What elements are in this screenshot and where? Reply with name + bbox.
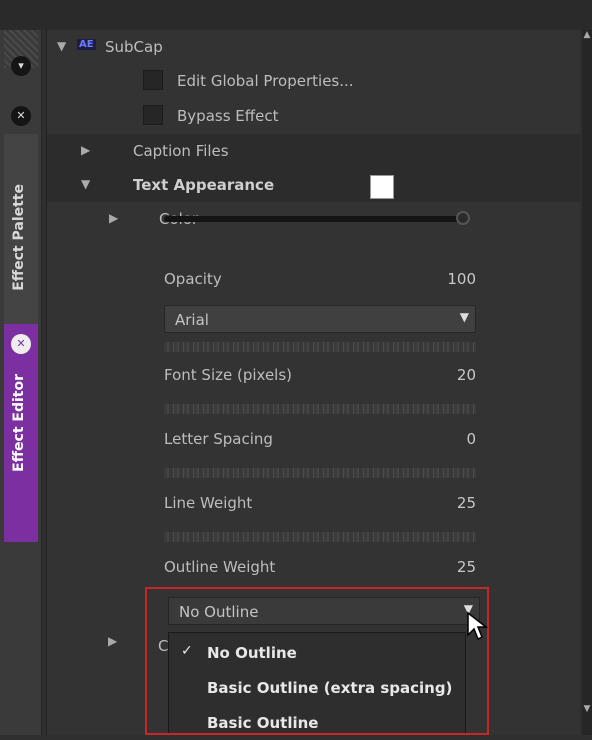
font-size-slider[interactable] — [164, 342, 476, 352]
close-icon[interactable]: ✕ — [11, 334, 31, 354]
highlight-box — [145, 587, 489, 735]
opacity-value[interactable]: 100 — [447, 270, 476, 288]
font-select-value: Arial — [175, 311, 209, 329]
line-weight-label: Line Weight — [164, 494, 253, 512]
outline-weight-value[interactable]: 25 — [457, 558, 476, 576]
line-weight-slider[interactable] — [164, 468, 476, 478]
letter-spacing-value[interactable]: 0 — [466, 430, 476, 448]
outline-weight-slider[interactable] — [164, 532, 476, 542]
scroll-up-icon[interactable]: ▲ — [582, 30, 592, 40]
mouse-cursor-icon — [467, 611, 488, 641]
opacity-slider-handle[interactable] — [456, 211, 470, 225]
scroll-down-icon[interactable]: ▼ — [582, 704, 592, 714]
panel-menu-icon[interactable]: ▾ — [11, 56, 31, 76]
opacity-slider-track[interactable] — [164, 216, 468, 222]
opacity-label: Opacity — [164, 270, 222, 288]
outline-weight-label: Outline Weight — [164, 558, 276, 576]
chevron-down-icon: ▼ — [459, 310, 469, 324]
font-size-value[interactable]: 20 — [457, 366, 476, 384]
vertical-scrollbar[interactable] — [582, 30, 592, 735]
expand-triangle-icon[interactable]: ▶ — [108, 634, 117, 648]
font-select[interactable]: Arial ▼ — [164, 305, 476, 333]
tab-effect-palette[interactable]: Effect Palette — [4, 134, 38, 324]
letter-spacing-label: Letter Spacing — [164, 430, 273, 448]
tab-effect-editor[interactable]: ✕ Effect Editor — [4, 324, 38, 542]
letter-spacing-slider[interactable] — [164, 404, 476, 414]
side-tab-strip: ▾ ✕ Effect Palette ✕ Effect Editor — [0, 30, 42, 735]
font-size-label: Font Size (pixels) — [164, 366, 293, 384]
tab-effect-palette-label: Effect Palette — [11, 184, 27, 291]
close-icon[interactable]: ✕ — [11, 106, 31, 126]
tab-effect-editor-label: Effect Editor — [11, 374, 27, 472]
line-weight-value[interactable]: 25 — [457, 494, 476, 512]
